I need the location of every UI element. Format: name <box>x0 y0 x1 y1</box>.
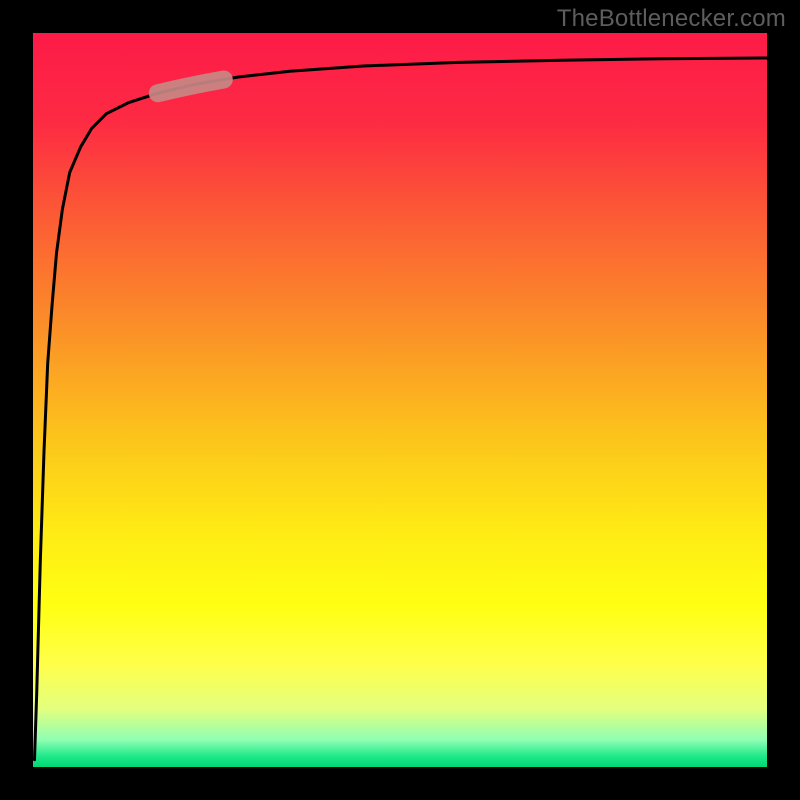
outer-frame: TheBottlenecker.com <box>0 0 800 800</box>
bottleneck-curve <box>35 58 768 760</box>
curve-layer <box>33 33 767 767</box>
highlight-segment <box>158 80 224 94</box>
source-watermark: TheBottlenecker.com <box>557 5 786 33</box>
plot-area <box>33 33 767 767</box>
